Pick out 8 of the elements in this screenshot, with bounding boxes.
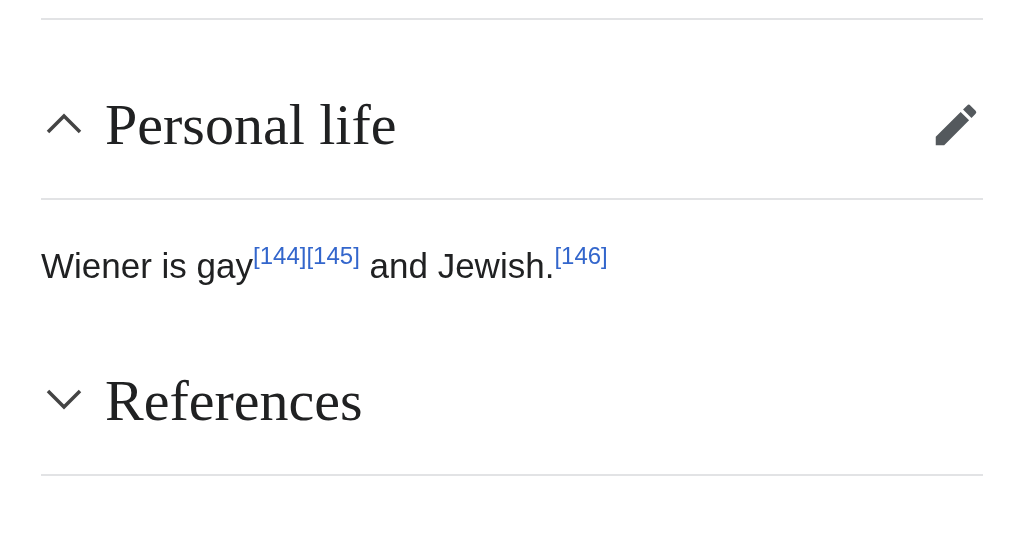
paragraph-text: Wiener is gay$^{[144]}$$^{[145]}$ and Jewish.$^{[146]}$ (41, 241, 609, 287)
section-heading[interactable]: References (105, 366, 983, 436)
section-heading[interactable]: Personal life (105, 90, 929, 160)
collapse-chevron-icon[interactable] (45, 111, 83, 135)
citation-link[interactable]: [144] (253, 242, 307, 269)
citation-link[interactable]: [145] (306, 242, 360, 269)
citation-link[interactable]: [146] (554, 242, 608, 269)
expand-chevron-icon[interactable] (45, 387, 83, 411)
